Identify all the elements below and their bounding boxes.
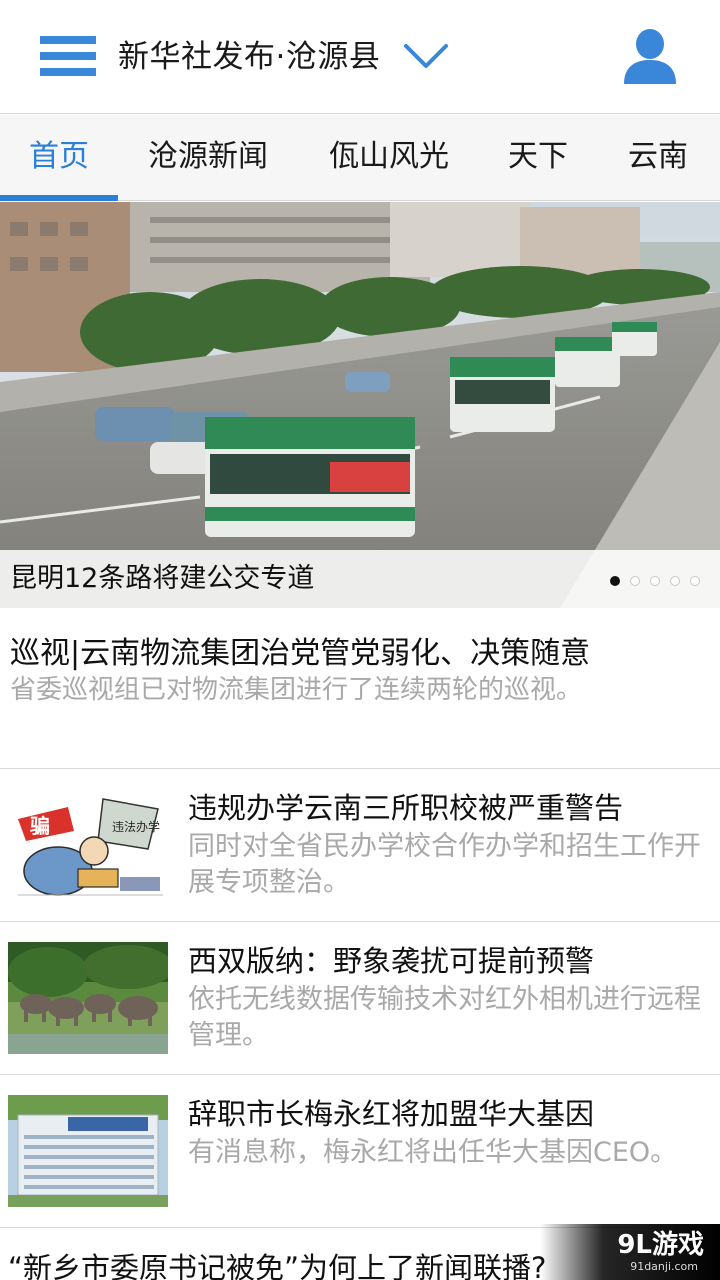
hamburger-menu-icon[interactable]: [40, 36, 96, 76]
carousel-dot[interactable]: [610, 576, 620, 586]
article-title: 西双版纳：野象袭扰可提前预警: [188, 944, 595, 978]
headline-carousel[interactable]: 昆明12条路将建公交专道: [0, 202, 720, 608]
app-header: 新华社发布·沧源县: [0, 0, 720, 114]
tab-cangyuan-news[interactable]: 沧源新闻: [148, 137, 268, 177]
banner-image: [0, 202, 720, 608]
svg-text:骗: 骗: [30, 814, 50, 838]
carousel-dot[interactable]: [650, 576, 660, 586]
svg-text:违法办学: 违法办学: [112, 819, 160, 834]
article-title: “新乡市委原书记被免”为何上了新闻联播?: [8, 1251, 547, 1280]
tab-yunnan[interactable]: 云南: [628, 137, 688, 177]
carousel-dot[interactable]: [670, 576, 680, 586]
article-thumbnail: [8, 1095, 168, 1207]
article-title: 辞职市长梅永红将加盟华大基因: [188, 1097, 595, 1131]
tab-home[interactable]: 首页: [29, 137, 89, 177]
list-item[interactable]: 辞职市长梅永红将加盟华大基因 有消息称，梅永红将出任华大基因CEO。: [0, 1075, 720, 1228]
article-thumbnail: [8, 942, 168, 1054]
tab-washan-scenery[interactable]: 佤山风光: [329, 137, 449, 177]
article-summary: 省委巡视组已对物流集团进行了连续两轮的巡视。: [10, 675, 583, 705]
banner-caption: 昆明12条路将建公交专道: [10, 563, 315, 594]
carousel-dot[interactable]: [690, 576, 700, 586]
category-tabs: 首页 沧源新闻 佤山风光 天下 云南: [0, 115, 720, 201]
article-summary: 有消息称，梅永红将出任华大基因CEO。: [188, 1137, 678, 1168]
article-title: 违规办学云南三所职校被严重警告: [188, 791, 624, 825]
active-tab-indicator: [0, 195, 118, 201]
article-summary: 依托无线数据传输技术对红外相机进行远程管理。: [188, 984, 701, 1051]
carousel-indicator: [610, 576, 702, 586]
user-profile-icon[interactable]: [622, 28, 678, 86]
article-title: 巡视|云南物流集团治党管党弱化、决策随意: [10, 636, 591, 671]
watermark-logo: 9L游戏: [617, 1230, 704, 1260]
watermark-domain: 91danji.com: [630, 1260, 698, 1273]
list-item[interactable]: 西双版纳：野象袭扰可提前预警 依托无线数据传输技术对红外相机进行远程管理。: [0, 922, 720, 1075]
article-thumbnail: 骗 违法办学: [8, 789, 168, 901]
channel-title[interactable]: 新华社发布·沧源县: [118, 36, 380, 78]
list-item[interactable]: 骗 违法办学 违规办学云南三所职校被严重警告 同时对全省民办学校合作办学和招生工…: [0, 769, 720, 922]
chevron-down-icon[interactable]: [402, 40, 450, 72]
article-summary: 同时对全省民办学校合作办学和招生工作开展专项整治。: [188, 831, 701, 898]
feature-article[interactable]: 巡视|云南物流集团治党管党弱化、决策随意 省委巡视组已对物流集团进行了连续两轮的…: [0, 608, 720, 769]
banner-caption-bar: 昆明12条路将建公交专道: [0, 550, 720, 608]
site-watermark: 9L游戏 91danji.com: [540, 1224, 720, 1280]
carousel-dot[interactable]: [630, 576, 640, 586]
tab-world[interactable]: 天下: [508, 137, 568, 177]
